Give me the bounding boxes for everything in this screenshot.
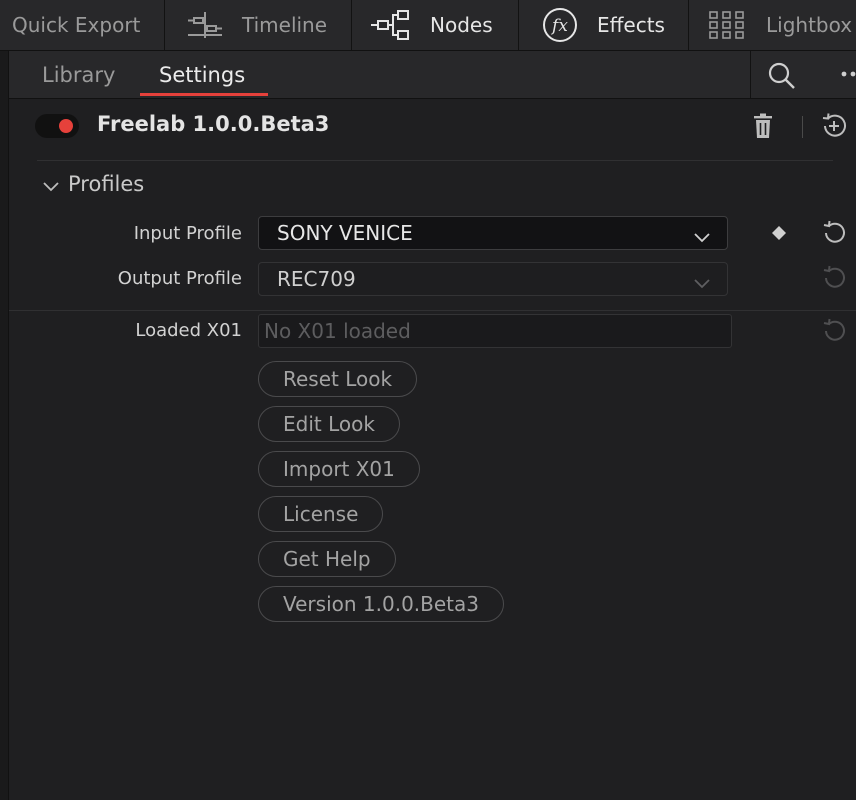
delete-button[interactable] <box>752 113 774 139</box>
reset-look-label: Reset Look <box>283 367 393 391</box>
more-options-button[interactable] <box>839 66 856 82</box>
timeline-label: Timeline <box>242 13 328 37</box>
tab-settings[interactable]: Settings <box>159 51 245 98</box>
version-label: Version 1.0.0.Beta3 <box>283 592 479 616</box>
search-icon <box>767 62 797 95</box>
effects-label: Effects <box>597 13 665 37</box>
more-dots-icon <box>839 67 856 86</box>
history-reset-icon <box>820 113 848 144</box>
input-profile-reset-button[interactable] <box>821 220 847 250</box>
toggle-indicator <box>59 119 73 133</box>
active-tab-indicator <box>140 93 268 96</box>
lightbox-button[interactable]: Lightbox <box>709 0 852 50</box>
trash-icon <box>752 113 774 143</box>
input-profile-value: SONY VENICE <box>277 221 413 245</box>
edit-look-button[interactable]: Edit Look <box>258 406 400 442</box>
grid-icon <box>709 10 745 40</box>
nodes-icon <box>370 10 412 40</box>
reset-icon <box>821 265 847 295</box>
edit-look-label: Edit Look <box>283 412 375 436</box>
timeline-icon <box>186 10 224 40</box>
output-profile-value: REC709 <box>277 267 356 291</box>
nodes-button[interactable]: Nodes <box>370 0 493 50</box>
fx-icon: fx <box>542 7 578 43</box>
nodes-label: Nodes <box>430 13 493 37</box>
tab-library-label: Library <box>42 62 116 87</box>
loaded-x01-field[interactable]: No X01 loaded <box>258 314 732 348</box>
plugin-enable-toggle[interactable] <box>35 114 79 138</box>
import-x01-button[interactable]: Import X01 <box>258 451 420 487</box>
input-profile-select[interactable]: SONY VENICE <box>258 216 728 250</box>
profiles-section-title: Profiles <box>68 172 145 196</box>
keyframe-button[interactable] <box>771 225 787 241</box>
get-help-label: Get Help <box>283 547 371 571</box>
search-button[interactable] <box>767 61 803 89</box>
svg-text:fx: fx <box>550 16 568 36</box>
license-label: License <box>283 502 359 526</box>
plugin-title: Freelab 1.0.0.Beta3 <box>97 112 330 136</box>
effects-button[interactable]: fx Effects <box>542 0 665 50</box>
loaded-x01-placeholder: No X01 loaded <box>264 319 411 343</box>
chevron-down-icon <box>42 179 60 198</box>
header-separator <box>802 116 803 138</box>
input-profile-label: Input Profile <box>133 223 242 244</box>
reset-icon <box>821 318 847 348</box>
quick-export-button[interactable]: Quick Export <box>12 0 140 50</box>
loaded-x01-label: Loaded X01 <box>135 320 242 341</box>
reset-all-button[interactable] <box>820 112 848 140</box>
version-button[interactable]: Version 1.0.0.Beta3 <box>258 586 504 622</box>
chevron-down-icon <box>693 272 711 296</box>
reset-icon <box>821 220 847 250</box>
tab-library[interactable]: Library <box>42 51 115 98</box>
import-x01-label: Import X01 <box>283 457 395 481</box>
timeline-button[interactable]: Timeline <box>186 0 327 50</box>
panel-tab-bar: Library Settings <box>9 51 856 99</box>
left-panel-edge <box>0 51 9 800</box>
get-help-button[interactable]: Get Help <box>258 541 396 577</box>
tab-settings-label: Settings <box>159 62 246 87</box>
license-button[interactable]: License <box>258 496 384 532</box>
loaded-x01-reset-button[interactable] <box>821 318 847 348</box>
reset-look-button[interactable]: Reset Look <box>258 361 418 397</box>
tab-bar-divider <box>750 51 751 98</box>
lightbox-label: Lightbox <box>766 13 853 37</box>
chevron-down-icon <box>693 226 711 250</box>
top-toolbar: Quick Export Timeline Nodes fx Effects L… <box>0 0 856 51</box>
quick-export-label: Quick Export <box>12 13 141 37</box>
row-divider <box>9 310 856 311</box>
output-profile-reset-button[interactable] <box>821 265 847 295</box>
keyframe-diamond-icon <box>771 226 787 245</box>
output-profile-label: Output Profile <box>117 268 242 289</box>
header-divider <box>37 160 833 161</box>
profiles-collapse-toggle[interactable] <box>42 179 60 195</box>
output-profile-select[interactable]: REC709 <box>258 262 728 296</box>
